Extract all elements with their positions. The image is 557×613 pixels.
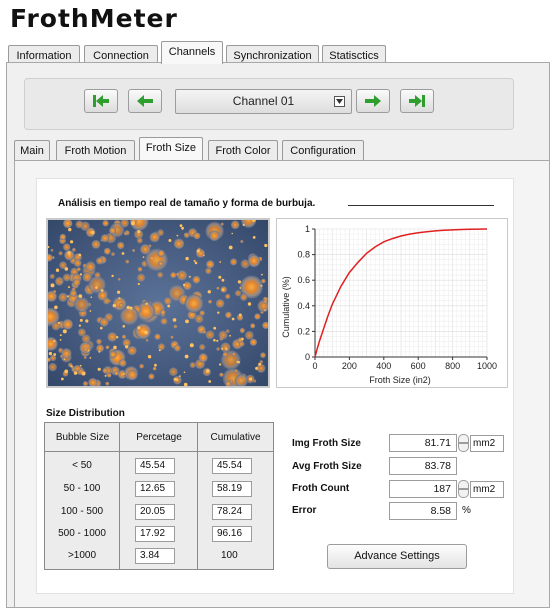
next-icon [365, 95, 381, 107]
size-distribution-table: Bubble Size Percetage Cumulative < 50 45… [44, 422, 274, 570]
img-froth-size-unit[interactable]: mm2 [470, 435, 504, 452]
analysis-title: Análisis en tiempo real de tamaño y form… [58, 198, 316, 209]
channel-selector[interactable]: Channel 01 [175, 89, 352, 114]
row-range: < 50 [72, 460, 92, 471]
x-tick-label: 400 [376, 361, 391, 371]
percentage-value: 12.65 [135, 481, 175, 497]
y-tick-label: 0.8 [297, 250, 310, 260]
header-percentage: Percetage [120, 423, 198, 452]
avg-froth-size-label: Avg Froth Size [292, 461, 362, 472]
img-froth-size-label: Img Froth Size [292, 438, 361, 449]
first-icon [93, 95, 109, 107]
percentage-value: 45.54 [135, 458, 175, 474]
tab-froth-color[interactable]: Froth Color [208, 140, 278, 160]
froth-count-unit[interactable]: mm2 [470, 481, 504, 498]
y-tick-label: 0.2 [297, 326, 310, 336]
img-froth-size-stepper[interactable] [458, 434, 469, 452]
tab-froth-size[interactable]: Froth Size [139, 137, 203, 160]
error-unit: % [462, 505, 471, 516]
row-range: 50 - 100 [63, 483, 101, 494]
cumulative-value: 58.19 [212, 481, 252, 497]
avg-froth-size-value: 83.78 [389, 457, 457, 475]
error-label: Error [292, 505, 317, 516]
froth-image [46, 218, 270, 388]
cumulative-value: 96.16 [212, 526, 252, 542]
y-tick-label: 0.4 [297, 301, 310, 311]
y-tick-label: 0.6 [297, 275, 310, 285]
percentage-value: 20.05 [135, 504, 175, 520]
previous-channel-button[interactable] [128, 89, 162, 113]
froth-count-value[interactable]: 187 [389, 480, 457, 498]
tab-main[interactable]: Main [14, 140, 50, 160]
tab-froth-motion[interactable]: Froth Motion [56, 140, 135, 160]
percentage-value: 3.84 [135, 548, 175, 564]
froth-count-label: Froth Count [292, 483, 350, 494]
x-tick-label: 200 [342, 361, 357, 371]
row-range: 500 - 1000 [58, 528, 106, 539]
last-channel-button[interactable] [400, 89, 434, 113]
x-tick-label: 1000 [477, 361, 497, 371]
tab-channels[interactable]: Channels [161, 41, 223, 64]
cumulative-chart: 0 200 400 600 800 1000 0 0.2 0.4 0.6 0.8 1 Cumulati… [276, 218, 508, 388]
cumulative-value: 100 [221, 550, 238, 561]
channel-selector-value: Channel 01 [232, 94, 295, 108]
row-range: >1000 [67, 550, 97, 561]
prev-icon [137, 95, 153, 107]
last-icon [409, 95, 425, 107]
percentage-value: 17.92 [135, 526, 175, 542]
app-title: FrothMeter [10, 4, 178, 33]
x-tick-label: 0 [312, 361, 317, 371]
img-froth-size-value[interactable]: 81.71 [389, 434, 457, 452]
chevron-down-icon[interactable] [334, 96, 345, 107]
x-tick-label: 800 [445, 361, 460, 371]
row-range: 100 - 500 [60, 506, 104, 517]
x-tick-label: 600 [411, 361, 426, 371]
next-channel-button[interactable] [356, 89, 390, 113]
title-divider [348, 205, 494, 206]
error-value: 8.58 [389, 502, 457, 520]
chart-ylabel: Cumulative (%) [281, 276, 291, 338]
y-tick-label: 0 [305, 352, 310, 362]
chart-xlabel: Froth Size (in2) [369, 375, 431, 385]
y-tick-label: 1 [305, 224, 310, 234]
tab-configuration[interactable]: Configuration [282, 140, 364, 160]
cumulative-value: 78.24 [212, 504, 252, 520]
header-cumulative: Cumulative [198, 423, 273, 452]
cumulative-value: 45.54 [212, 458, 252, 474]
froth-count-stepper[interactable] [458, 480, 469, 498]
first-channel-button[interactable] [84, 89, 118, 113]
advance-settings-button[interactable]: Advance Settings [327, 544, 467, 569]
size-distribution-title: Size Distribution [46, 408, 125, 419]
header-bubble-size: Bubble Size [45, 423, 120, 452]
